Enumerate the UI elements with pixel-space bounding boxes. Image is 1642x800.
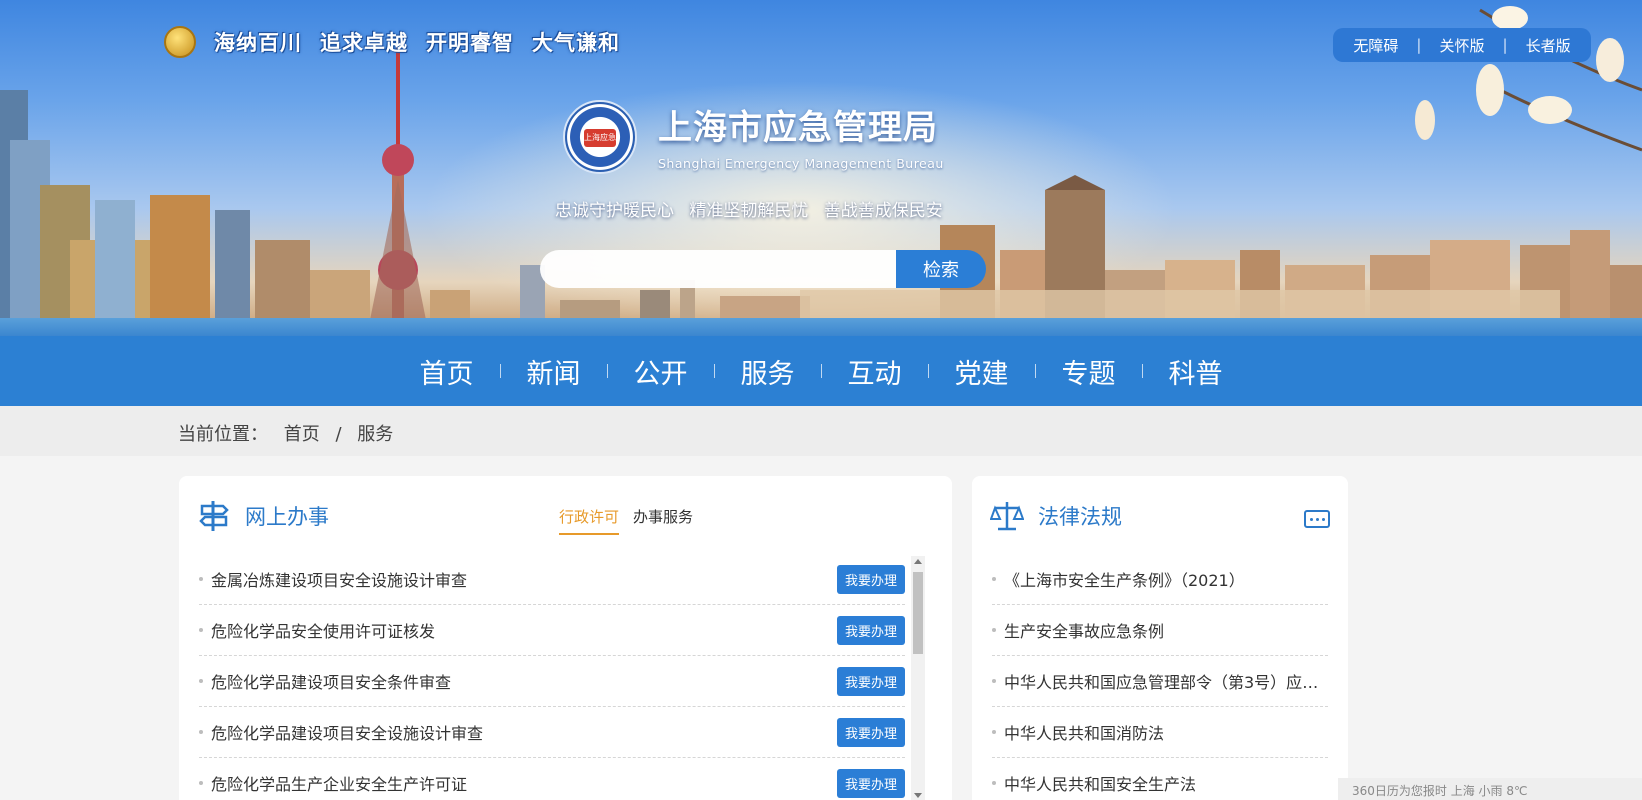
nav-news[interactable]: 新闻: [501, 352, 607, 391]
site-logo[interactable]: 上海应急: [563, 100, 637, 174]
bullet: [199, 781, 203, 785]
bullet: [992, 730, 996, 734]
emblem-icon: [164, 26, 196, 58]
search-input[interactable]: [540, 250, 896, 288]
site-subtitle: Shanghai Emergency Management Bureau: [658, 156, 944, 171]
nav-science[interactable]: 科普: [1143, 352, 1249, 391]
service-tabs: 行政许可 办事服务: [559, 506, 693, 535]
nav-party[interactable]: 党建: [929, 352, 1035, 391]
breadcrumb-separator: /: [335, 424, 342, 445]
slogan-4: 大气谦和: [532, 30, 620, 55]
list-item[interactable]: 中华人民共和国应急管理部令（第3号）应急管理行政处罚程序规定: [992, 656, 1328, 707]
bullet: [199, 628, 203, 632]
weather-widget: 360日历为您报时 上海 小雨 8℃: [1338, 778, 1642, 800]
slogan-1: 海纳百川: [214, 30, 302, 55]
apply-button[interactable]: 我要办理: [836, 666, 905, 696]
service-list: 金属冶炼建设项目安全设施设计审查 我要办理 危险化学品安全使用许可证核发 我要办…: [199, 554, 905, 800]
bullet: [992, 628, 996, 632]
bullet: [992, 781, 996, 785]
nav-service[interactable]: 服务: [715, 352, 821, 391]
list-item[interactable]: 中华人民共和国消防法: [992, 707, 1328, 758]
list-item[interactable]: 危险化学品建设项目安全设施设计审查 我要办理: [199, 707, 905, 758]
tab-admin-permit[interactable]: 行政许可: [559, 506, 620, 535]
laws-list: 《上海市安全生产条例》（2021） 生产安全事故应急条例 中华人民共和国应急管理…: [992, 554, 1328, 800]
law-item-label[interactable]: 中华人民共和国消防法: [1004, 720, 1328, 744]
list-item[interactable]: 生产安全事故应急条例: [992, 605, 1328, 656]
main-nav: 首页 新闻 公开 服务 互动 党建 专题 科普: [0, 336, 1642, 406]
panel-title: 网上办事: [245, 505, 329, 529]
motto: 忠诚守护暖民心 精准坚韧解民忧 善战善成保民安: [555, 201, 943, 221]
bullet: [992, 577, 996, 581]
more-icon[interactable]: [1304, 510, 1330, 528]
logo-text: 上海应急: [584, 129, 616, 147]
slogan-2: 追求卓越: [320, 30, 408, 55]
list-scrollbar[interactable]: [911, 556, 925, 800]
bullet: [199, 730, 203, 734]
river: [0, 318, 1642, 336]
slogan-bar: 海纳百川 追求卓越 开明睿智 大气谦和: [164, 26, 620, 58]
law-item-label[interactable]: 中华人民共和国安全生产法: [1004, 771, 1328, 795]
search-button[interactable]: 检索: [896, 250, 986, 288]
service-item-label[interactable]: 危险化学品建设项目安全条件审查: [211, 669, 837, 693]
elder-version-link[interactable]: 长者版: [1508, 35, 1589, 56]
scroll-up-icon[interactable]: [914, 559, 922, 564]
panel-title: 法律法规: [1038, 505, 1122, 529]
service-item-label[interactable]: 危险化学品建设项目安全设施设计审查: [211, 720, 837, 744]
list-item[interactable]: 金属冶炼建设项目安全设施设计审查 我要办理: [199, 554, 905, 605]
breadcrumb-home[interactable]: 首页: [284, 424, 320, 445]
law-item-label[interactable]: 《上海市安全生产条例》（2021）: [1004, 567, 1328, 591]
law-item-label[interactable]: 生产安全事故应急条例: [1004, 618, 1328, 642]
scales-icon: [990, 502, 1024, 531]
list-item[interactable]: 中华人民共和国安全生产法: [992, 758, 1328, 800]
search-bar: 检索: [540, 250, 986, 288]
signpost-icon: [199, 501, 229, 531]
scrollbar-thumb[interactable]: [913, 572, 923, 654]
apply-button[interactable]: 我要办理: [836, 615, 905, 645]
header-banner: 海纳百川 追求卓越 开明睿智 大气谦和 无障碍 | 关怀版 | 长者版 上海应急…: [0, 0, 1642, 336]
accessibility-link[interactable]: 无障碍: [1335, 35, 1416, 56]
service-item-label[interactable]: 危险化学品安全使用许可证核发: [211, 618, 837, 642]
nav-topics[interactable]: 专题: [1036, 352, 1142, 391]
list-item[interactable]: 危险化学品安全使用许可证核发 我要办理: [199, 605, 905, 656]
bullet: [992, 679, 996, 683]
online-service-panel: 网上办事 行政许可 办事服务 金属冶炼建设项目安全设施设计审查 我要办理 危险化…: [179, 476, 952, 800]
breadcrumb-current[interactable]: 服务: [357, 424, 393, 445]
service-item-label[interactable]: 危险化学品生产企业安全生产许可证: [211, 771, 837, 795]
apply-button[interactable]: 我要办理: [836, 564, 905, 594]
site-title: 上海市应急管理局: [658, 108, 938, 148]
tab-service[interactable]: 办事服务: [633, 506, 693, 535]
bullet: [199, 679, 203, 683]
list-item[interactable]: 危险化学品建设项目安全条件审查 我要办理: [199, 656, 905, 707]
page: 海纳百川 追求卓越 开明睿智 大气谦和 无障碍 | 关怀版 | 长者版 上海应急…: [0, 0, 1642, 800]
accessibility-links: 无障碍 | 关怀版 | 长者版: [1333, 28, 1591, 62]
panel-header: 法律法规: [990, 496, 1122, 536]
apply-button[interactable]: 我要办理: [836, 768, 905, 798]
laws-panel: 法律法规 《上海市安全生产条例》（2021） 生产安全事故应急条例 中华人民共和…: [972, 476, 1348, 800]
care-version-link[interactable]: 关怀版: [1421, 35, 1502, 56]
nav-interaction[interactable]: 互动: [822, 352, 928, 391]
list-item[interactable]: 危险化学品生产企业安全生产许可证 我要办理: [199, 758, 905, 800]
breadcrumb-inner: 当前位置： 首页 / 服务: [178, 420, 393, 446]
list-item[interactable]: 《上海市安全生产条例》（2021）: [992, 554, 1328, 605]
breadcrumb: 当前位置： 首页 / 服务: [0, 406, 1642, 456]
panel-header: 网上办事: [197, 496, 329, 536]
breadcrumb-prefix: 当前位置：: [178, 424, 268, 445]
service-item-label[interactable]: 金属冶炼建设项目安全设施设计审查: [211, 567, 837, 591]
apply-button[interactable]: 我要办理: [836, 717, 905, 747]
bullet: [199, 577, 203, 581]
law-item-label[interactable]: 中华人民共和国应急管理部令（第3号）应急管理行政处罚程序规定: [1004, 669, 1328, 693]
scroll-down-icon[interactable]: [914, 793, 922, 798]
nav-home[interactable]: 首页: [394, 352, 500, 391]
nav-public[interactable]: 公开: [608, 352, 714, 391]
slogan-3: 开明睿智: [426, 30, 514, 55]
